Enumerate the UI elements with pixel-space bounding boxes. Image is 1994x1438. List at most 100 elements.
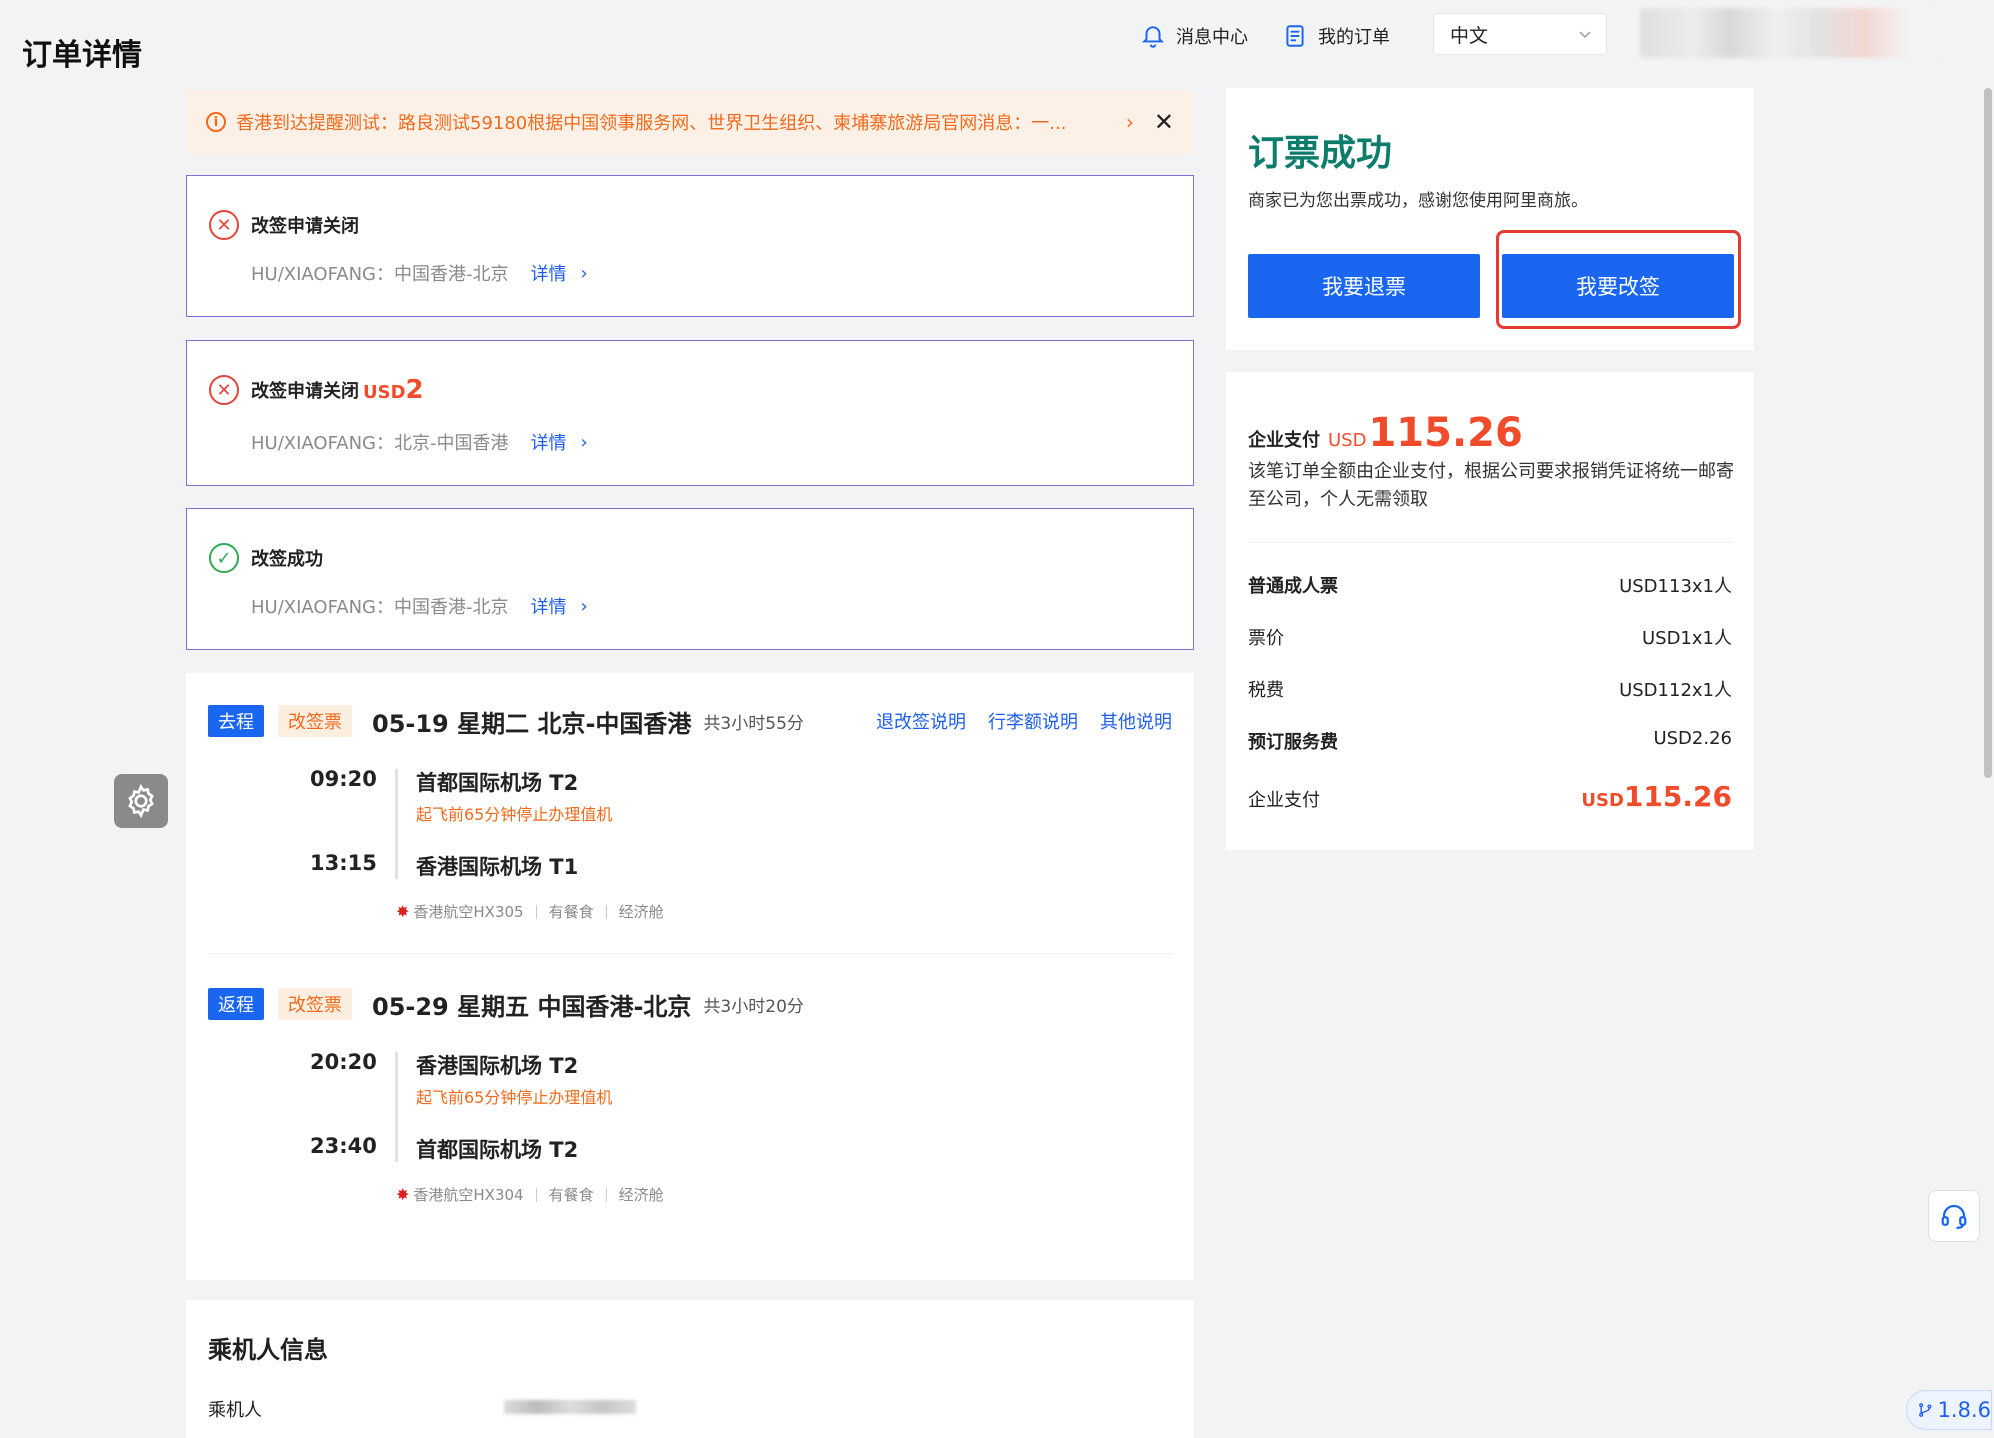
ticket-type-tag: 改签票 <box>278 705 352 737</box>
close-circle-icon: ✕ <box>209 210 239 240</box>
close-circle-icon: ✕ <box>209 375 239 405</box>
payment-amount: 115.26 <box>1368 410 1523 456</box>
price-row: 税费 USD112x1人 <box>1248 676 1732 702</box>
change-status: 改签申请关闭 <box>251 216 359 237</box>
settings-float-button[interactable] <box>114 774 168 828</box>
price-row-value: USD2.26 <box>1653 728 1732 749</box>
change-fee-currency: USD <box>363 382 406 403</box>
direction-tag: 去程 <box>208 705 264 737</box>
page-title: 订单详情 <box>22 38 142 73</box>
flight-info: ✸ 香港航空HX304 有餐食 经济舱 <box>396 1184 664 1205</box>
passenger-section-title: 乘机人信息 <box>208 1336 328 1364</box>
refund-change-rules-link[interactable]: 退改签说明 <box>876 708 966 734</box>
passenger-label: 乘机人 <box>208 1400 262 1421</box>
timeline-line <box>395 769 398 879</box>
customer-service-button[interactable] <box>1928 1190 1980 1242</box>
booking-success-card: 订票成功 商家已为您出票成功，感谢您使用阿里商旅。 我要退票 我要改签 <box>1226 88 1754 350</box>
detail-link[interactable]: 详情 › <box>531 593 588 619</box>
chevron-right-icon[interactable]: › <box>1126 110 1134 134</box>
payment-summary-card: 企业支付 USD 115.26 该笔订单全额由企业支付，根据公司要求报销凭证将统一… <box>1226 372 1754 850</box>
version-number: 1.8.6 <box>1937 1398 1991 1422</box>
departure-time: 20:20 <box>310 1050 377 1074</box>
departure-time: 09:20 <box>310 767 377 791</box>
flight-number: 香港航空HX304 <box>413 1186 524 1204</box>
price-row: 普通成人票 USD113x1人 <box>1248 572 1732 598</box>
total-currency: USD <box>1581 790 1624 811</box>
passenger-info-card: 乘机人信息 乘机人 <box>186 1300 1194 1438</box>
price-row-value: USD1x1人 <box>1641 628 1732 649</box>
cabin-class: 经济舱 <box>618 903 664 921</box>
message-center-link[interactable]: 消息中心 <box>1140 23 1248 49</box>
chevron-down-icon <box>1579 31 1591 39</box>
departure-airport: 首都国际机场 T2 <box>416 771 579 795</box>
change-route: HU/XIAOFANG：北京-中国香港 <box>251 433 509 454</box>
meal-info: 有餐食 <box>548 903 594 921</box>
document-icon <box>1286 25 1304 47</box>
close-icon[interactable]: ✕ <box>1154 108 1174 136</box>
flight-number: 香港航空HX305 <box>413 903 524 921</box>
ticket-type-tag: 改签票 <box>278 988 352 1020</box>
info-icon: i <box>206 112 226 132</box>
total-label: 企业支付 <box>1248 790 1320 811</box>
departure-airport: 香港国际机场 T2 <box>416 1054 579 1078</box>
detail-link[interactable]: 详情 › <box>531 260 588 286</box>
segment-duration: 共3小时55分 <box>703 713 804 734</box>
total-amount: USD115.26 <box>1581 780 1732 813</box>
arrival-notice-banner[interactable]: i 香港到达提醒测试：路良测试59180根据中国领事服务网、世界卫生组织、柬埔寨… <box>186 90 1194 154</box>
arrival-airport: 首都国际机场 T2 <box>416 1138 579 1162</box>
detail-label: 详情 <box>530 433 567 454</box>
change-status: 改签成功 <box>251 549 323 570</box>
my-orders-link[interactable]: 我的订单 <box>1282 23 1390 49</box>
payment-note: 该笔订单全额由企业支付，根据公司要求报销凭证将统一邮寄至公司，个人无需领取 <box>1248 461 1734 510</box>
chevron-right-icon: › <box>580 431 588 453</box>
git-branch-icon <box>1919 1403 1932 1417</box>
segment-title: 05-19 星期二 北京-中国香港 <box>372 709 692 738</box>
price-row-label: 票价 <box>1248 628 1284 649</box>
checkin-deadline: 起飞前65分钟停止办理值机 <box>416 1088 613 1107</box>
flight-itinerary-card: 去程 改签票 05-19 星期二 北京-中国香港 共3小时55分 退改签说明 行… <box>186 673 1194 1280</box>
detail-label: 详情 <box>530 597 567 618</box>
price-row-value: USD113x1人 <box>1619 576 1732 597</box>
payment-header: 企业支付 USD 115.26 <box>1248 410 1523 456</box>
segment-title: 05-29 星期五 中国香港-北京 <box>372 992 692 1021</box>
total-value: 115.26 <box>1623 780 1732 813</box>
message-center-label: 消息中心 <box>1176 27 1248 48</box>
chevron-right-icon: › <box>580 262 588 284</box>
detail-link[interactable]: 详情 › <box>531 429 588 455</box>
direction-tag: 返程 <box>208 988 264 1020</box>
version-badge[interactable]: 1.8.6 <box>1906 1390 1992 1430</box>
hong-kong-airlines-logo: ✸ <box>396 1185 410 1204</box>
price-row-label: 税费 <box>1248 680 1284 701</box>
language-select[interactable]: 中文 <box>1433 13 1607 55</box>
change-fee: USD2 <box>363 375 424 405</box>
price-row-value: USD112x1人 <box>1619 680 1732 701</box>
change-request-card: ✓ 改签成功 HU/XIAOFANG：中国香港-北京 详情 › <box>186 508 1194 650</box>
price-row: 预订服务费 USD2.26 <box>1248 728 1732 754</box>
change-route: HU/XIAOFANG：中国香港-北京 <box>251 597 509 618</box>
outbound-segment: 去程 改签票 05-19 星期二 北京-中国香港 共3小时55分 退改签说明 行… <box>208 705 1172 921</box>
return-segment: 返程 改签票 05-29 星期五 中国香港-北京 共3小时20分 20:20 香… <box>208 988 1172 1204</box>
change-request-card: ✕ 改签申请关闭 USD2 HU/XIAOFANG：北京-中国香港 详情 › <box>186 340 1194 486</box>
success-subtitle: 商家已为您出票成功，感谢您使用阿里商旅。 <box>1248 191 1588 211</box>
refund-button[interactable]: 我要退票 <box>1248 254 1480 318</box>
price-row-label: 预订服务费 <box>1248 732 1338 753</box>
baggage-rules-link[interactable]: 行李额说明 <box>988 708 1078 734</box>
page-scrollbar[interactable] <box>1984 88 1992 778</box>
payment-label: 企业支付 <box>1248 430 1320 451</box>
detail-label: 详情 <box>530 264 567 285</box>
segment-divider <box>208 953 1172 954</box>
language-value: 中文 <box>1450 24 1489 47</box>
other-rules-link[interactable]: 其他说明 <box>1100 708 1172 734</box>
change-request-card: ✕ 改签申请关闭 HU/XIAOFANG：中国香港-北京 详情 › <box>186 175 1194 317</box>
top-nav: 消息中心 我的订单 <box>1140 14 1390 58</box>
change-ticket-button[interactable]: 我要改签 <box>1502 254 1734 318</box>
segment-duration: 共3小时20分 <box>703 996 804 1017</box>
meal-info: 有餐食 <box>548 1186 594 1204</box>
user-profile-blurred[interactable] <box>1640 8 1940 58</box>
cabin-class: 经济舱 <box>618 1186 664 1204</box>
price-row-label: 普通成人票 <box>1248 576 1338 597</box>
payment-currency: USD <box>1328 430 1367 451</box>
checkin-deadline: 起飞前65分钟停止办理值机 <box>416 805 613 824</box>
my-orders-label: 我的订单 <box>1318 27 1390 48</box>
flight-info: ✸ 香港航空HX305 有餐食 经济舱 <box>396 901 664 922</box>
